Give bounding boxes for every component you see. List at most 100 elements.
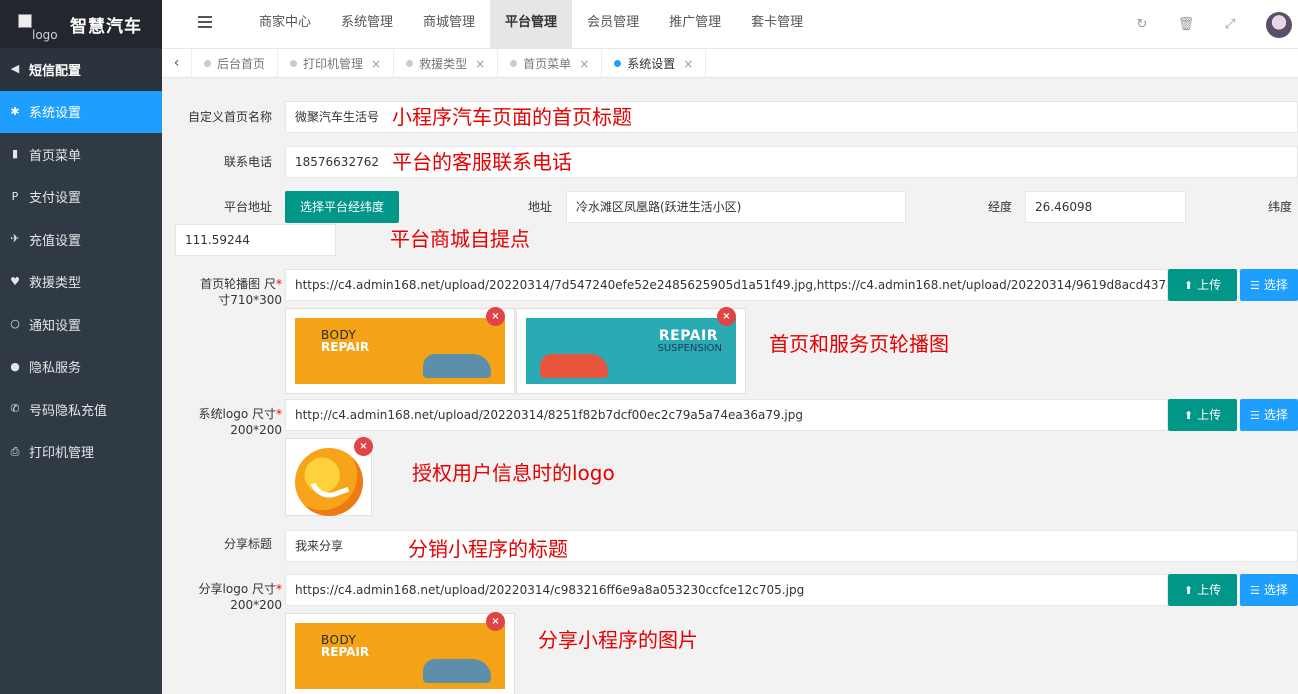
nav-merchant-center[interactable]: 商家中心	[244, 0, 326, 49]
app-title: 智慧汽车	[70, 16, 142, 37]
trash-icon[interactable]: 🗑	[1164, 17, 1208, 32]
carousel-url-input[interactable]: https://c4.admin168.net/upload/20220314/…	[285, 269, 1168, 301]
tab-dot	[406, 60, 414, 67]
menu-fold-icon[interactable]	[198, 16, 212, 30]
phone-icon: ✆	[10, 402, 20, 416]
address-label: 平台地址	[223, 200, 272, 214]
paypal-icon: P	[11, 189, 19, 203]
broken-image-icon	[18, 14, 32, 28]
tab-system-settings[interactable]: 系统设置 ×	[602, 49, 707, 78]
syslogo-upload-button[interactable]: ⬆ 上传	[1168, 399, 1237, 431]
remove-image-icon[interactable]: ×	[486, 307, 505, 326]
sidebar-item-label: 通知设置	[29, 318, 82, 334]
carousel-select-button[interactable]: ☰ 选择	[1240, 269, 1298, 301]
tab-close-icon[interactable]: ×	[475, 57, 485, 71]
required-mark: *	[276, 407, 282, 421]
banner-image-body-repair: BODY REPAIR	[295, 623, 505, 689]
tab-close-icon[interactable]: ×	[371, 57, 381, 71]
ticket-icon: ✈	[10, 232, 20, 246]
nav-member-management[interactable]: 会员管理	[572, 0, 654, 49]
sidebar-item-system-settings[interactable]: ✱ 系统设置	[0, 90, 162, 133]
sidebar-item-privacy-recharge[interactable]: ✆ 号码隐私充值	[0, 388, 162, 431]
sidebar-item-label: 隐私服务	[29, 361, 82, 377]
system-logo-image	[295, 448, 363, 516]
nav-card-management[interactable]: 套卡管理	[736, 0, 818, 49]
share-logo-url-input[interactable]: https://c4.admin168.net/upload/20220314/…	[285, 574, 1168, 606]
top-bar: 商家中心 系统管理 商城管理 平台管理 会员管理 推广管理 套卡管理 ↻ 🗑 ⤢	[162, 0, 1298, 49]
tab-rescue-type[interactable]: 救援类型 ×	[394, 49, 499, 78]
nav-mall-management[interactable]: 商城管理	[408, 0, 490, 49]
carousel-note: 首页和服务页轮播图	[769, 332, 949, 356]
sidebar-item-sms[interactable]: ◀ 短信配置	[0, 48, 162, 91]
carousel-thumb-1: BODY REPAIR ×	[285, 307, 515, 394]
lng-input[interactable]: 26.46098	[1025, 191, 1186, 223]
remove-image-icon[interactable]: ×	[354, 437, 373, 456]
syslogo-note: 授权用户信息时的logo	[412, 461, 615, 485]
address-note: 平台商城自提点	[390, 227, 530, 251]
sidebar-item-recharge[interactable]: ✈ 充值设置	[0, 218, 162, 261]
remove-image-icon[interactable]: ×	[486, 612, 505, 631]
tab-label: 救援类型	[419, 57, 468, 71]
required-mark: *	[276, 582, 282, 596]
sidebar-item-label: 短信配置	[29, 63, 82, 79]
address-input[interactable]: 冷水滩区凤凰路(跃进生活小区)	[566, 191, 906, 223]
upload-icon: ⬆	[1183, 279, 1194, 292]
tab-close-icon[interactable]: ×	[579, 57, 589, 71]
share-logo-note: 分享小程序的图片	[538, 628, 698, 652]
tab-printer[interactable]: 打印机管理 ×	[278, 49, 395, 78]
carousel-thumb-2: REPAIR SUSPENSION ×	[516, 307, 746, 394]
select-label: 选择	[1263, 278, 1288, 292]
sidebar-item-home-menu[interactable]: ▮ 首页菜单	[0, 133, 162, 176]
nav-system-management[interactable]: 系统管理	[326, 0, 408, 49]
nav-platform-management[interactable]: 平台管理	[490, 0, 573, 49]
addr-label: 地址	[527, 200, 552, 214]
list-icon: ☰	[1250, 584, 1260, 597]
sidebar-item-rescue-type[interactable]: ♥ 救援类型	[0, 261, 162, 304]
syslogo-select-button[interactable]: ☰ 选择	[1240, 399, 1298, 431]
heart-icon: ♥	[10, 274, 20, 288]
fullscreen-icon[interactable]: ⤢	[1208, 17, 1252, 32]
banner-text: REPAIR	[321, 340, 370, 354]
remove-image-icon[interactable]: ×	[717, 307, 736, 326]
select-label: 选择	[1263, 583, 1288, 597]
phone-label: 联系电话	[223, 155, 272, 169]
sidebar-item-payment[interactable]: P 支付设置	[0, 176, 162, 219]
select-label: 选择	[1263, 408, 1288, 422]
carousel-label-line1: 首页轮播图 尺	[200, 277, 276, 291]
tab-scroll-left-icon[interactable]: ‹	[162, 49, 192, 77]
share-title-note: 分销小程序的标题	[408, 537, 568, 561]
sidebar-item-label: 救援类型	[29, 276, 82, 292]
sidebar: logo 智慧汽车 ◀ 短信配置 ✱ 系统设置 ▮ 首页菜单 P 支付设置 ✈ …	[0, 0, 162, 694]
sidebar-item-printer[interactable]: ⎙ 打印机管理	[0, 431, 162, 474]
nav-promotion-management[interactable]: 推广管理	[654, 0, 736, 49]
megaphone-icon: ◀	[10, 62, 20, 76]
syslogo-label-line2: 200*200	[230, 423, 282, 437]
car-illustration	[540, 354, 608, 378]
syslogo-url-input[interactable]: http://c4.admin168.net/upload/20220314/8…	[285, 399, 1168, 431]
tab-home-menu[interactable]: 首页菜单 ×	[498, 49, 603, 78]
phone-note: 平台的客服联系电话	[392, 150, 572, 174]
required-mark: *	[276, 277, 282, 291]
sidebar-item-notify[interactable]: ○ 通知设置	[0, 303, 162, 346]
tab-home[interactable]: 后台首页	[192, 49, 279, 78]
tab-label: 系统设置	[627, 57, 676, 71]
bookmark-icon: ▮	[11, 147, 19, 161]
sidebar-item-label: 支付设置	[29, 191, 82, 207]
share-logo-label-line2: 200*200	[230, 598, 282, 612]
share-logo-select-button[interactable]: ☰ 选择	[1240, 574, 1298, 606]
sidebar-item-label: 打印机管理	[29, 446, 95, 462]
refresh-icon[interactable]: ↻	[1120, 17, 1164, 32]
upload-icon: ⬆	[1183, 409, 1194, 422]
share-title-label: 分享标题	[223, 537, 272, 551]
sidebar-item-privacy[interactable]: ● 隐私服务	[0, 346, 162, 389]
lat-label: 纬度	[1267, 200, 1292, 214]
tab-close-icon[interactable]: ×	[683, 57, 693, 71]
share-logo-upload-button[interactable]: ⬆ 上传	[1168, 574, 1237, 606]
pick-location-button[interactable]: 选择平台经纬度	[285, 191, 399, 223]
lat-input[interactable]: 111.59244	[175, 224, 336, 256]
tab-label: 打印机管理	[303, 57, 364, 71]
carousel-upload-button[interactable]: ⬆ 上传	[1168, 269, 1237, 301]
banner-image-repair-suspension: REPAIR SUSPENSION	[526, 318, 736, 384]
banner-image-body-repair: BODY REPAIR	[295, 318, 505, 384]
avatar[interactable]	[1266, 11, 1292, 38]
